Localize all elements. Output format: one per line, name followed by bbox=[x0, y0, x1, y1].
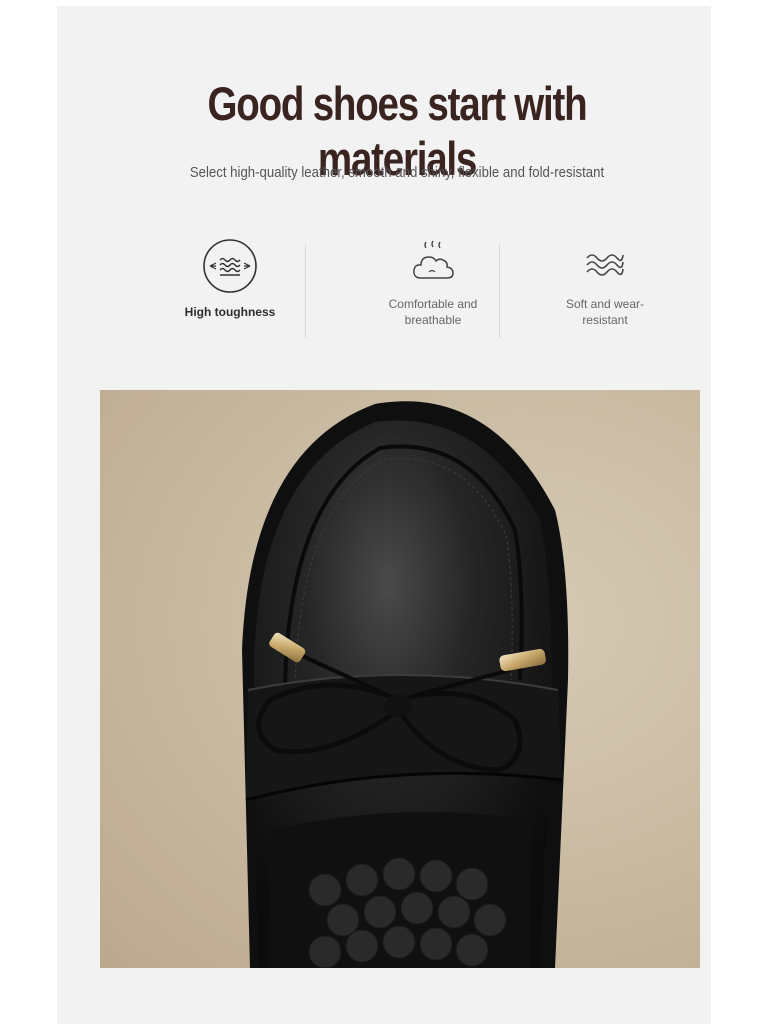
divider bbox=[499, 244, 500, 338]
fabric-stretch-icon bbox=[203, 239, 257, 293]
feature-high-toughness: High toughness bbox=[155, 238, 305, 338]
feature-label-line: Soft and wear- bbox=[565, 297, 645, 311]
feature-label-line: Comfortable and bbox=[388, 297, 478, 311]
breathable-cloud-icon bbox=[413, 240, 454, 279]
page-subtitle: Select high-quality leather, smooth and … bbox=[189, 164, 605, 181]
feature-label: Soft and wear- resistant bbox=[545, 296, 665, 328]
soft-wave-icon bbox=[586, 254, 624, 276]
feature-label: High toughness bbox=[184, 305, 276, 319]
feature-breathable: Comfortable and breathable bbox=[353, 238, 513, 338]
divider bbox=[305, 244, 306, 338]
feature-label-line: breathable bbox=[404, 313, 462, 327]
feature-label-line: resistant bbox=[582, 313, 628, 327]
feature-label: Comfortable and breathable bbox=[353, 296, 513, 328]
feature-soft-wear-resistant: Soft and wear- resistant bbox=[545, 238, 665, 338]
product-detail-panel: Good shoes start with materials Select h… bbox=[57, 6, 711, 1024]
feature-row: High toughness Comfortable and breathabl… bbox=[105, 238, 651, 338]
product-photo bbox=[100, 390, 700, 968]
loafer-image bbox=[242, 401, 569, 968]
